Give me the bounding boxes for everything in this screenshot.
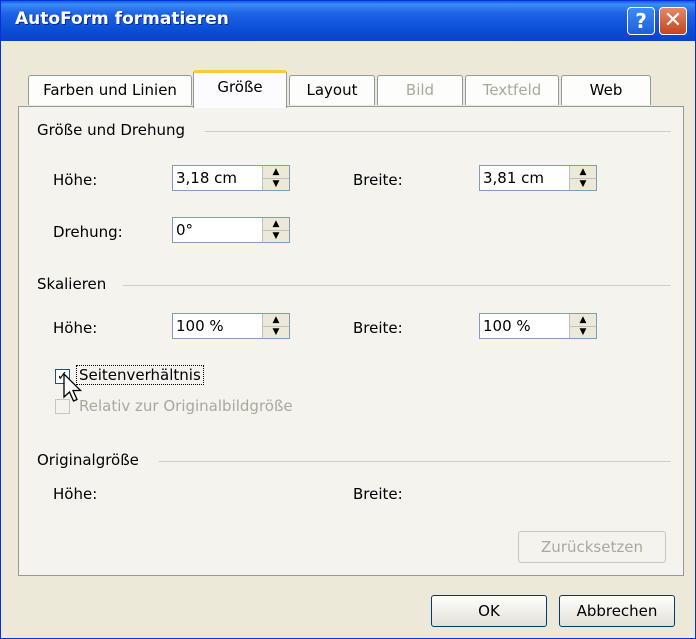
- tab-bild: Bild: [377, 75, 463, 105]
- mouse-pointer-icon: [63, 373, 83, 402]
- spin-down-icon[interactable]: ▼: [263, 230, 289, 242]
- tab-web[interactable]: Web: [561, 75, 651, 105]
- title-bar[interactable]: AutoForm formatieren ? ✕: [1, 1, 695, 41]
- scale-width-value[interactable]: 100 %: [483, 317, 531, 335]
- scale-height-value[interactable]: 100 %: [176, 317, 224, 335]
- height-label: Höhe:: [53, 171, 98, 189]
- group-scale-label: Skalieren: [37, 275, 107, 293]
- scale-height-label: Höhe:: [53, 319, 98, 337]
- group-size-rotation-label: Größe und Drehung: [37, 121, 186, 139]
- help-button[interactable]: ?: [627, 7, 655, 35]
- window-title: AutoForm formatieren: [15, 9, 229, 29]
- group-divider: [123, 285, 671, 286]
- dialog-window: AutoForm formatieren ? ✕ Farben und Lini…: [0, 0, 696, 639]
- tab-layout[interactable]: Layout: [289, 75, 375, 105]
- close-button[interactable]: ✕: [659, 7, 687, 35]
- scale-width-spinner[interactable]: 100 % ▲ ▼: [479, 313, 597, 339]
- rotation-label: Drehung:: [53, 223, 123, 241]
- width-spinner[interactable]: 3,81 cm ▲ ▼: [479, 165, 597, 191]
- spin-down-icon[interactable]: ▼: [570, 326, 596, 338]
- relative-size-label: Relativ zur Originalbildgröße: [79, 397, 293, 415]
- help-icon: ?: [635, 9, 647, 33]
- spin-down-icon[interactable]: ▼: [263, 178, 289, 190]
- width-value[interactable]: 3,81 cm: [483, 169, 544, 187]
- cancel-button[interactable]: Abbrechen: [559, 595, 675, 627]
- group-divider: [205, 131, 671, 132]
- rotation-value[interactable]: 0°: [176, 221, 193, 239]
- lock-aspect-label[interactable]: Seitenverhältnis: [76, 365, 204, 385]
- tab-groesse[interactable]: Größe: [193, 70, 287, 108]
- reset-button: Zurücksetzen: [518, 531, 666, 563]
- group-original-size-label: Originalgröße: [37, 451, 139, 469]
- tab-strip: Farben und Linien Größe Layout Bild Text…: [1, 41, 695, 108]
- width-label: Breite:: [353, 171, 403, 189]
- original-height-label: Höhe:: [53, 485, 98, 503]
- group-divider: [159, 461, 671, 462]
- rotation-spinner[interactable]: 0° ▲ ▼: [172, 217, 290, 243]
- height-value[interactable]: 3,18 cm: [176, 169, 237, 187]
- spin-down-icon[interactable]: ▼: [570, 178, 596, 190]
- height-spinner[interactable]: 3,18 cm ▲ ▼: [172, 165, 290, 191]
- tab-farben-und-linien[interactable]: Farben und Linien: [28, 75, 192, 105]
- original-width-label: Breite:: [353, 485, 403, 503]
- spin-down-icon[interactable]: ▼: [263, 326, 289, 338]
- tab-panel-groesse: Größe und Drehung Höhe: 3,18 cm ▲ ▼ Breit…: [18, 106, 684, 576]
- scale-height-spinner[interactable]: 100 % ▲ ▼: [172, 313, 290, 339]
- scale-width-label: Breite:: [353, 319, 403, 337]
- ok-button[interactable]: OK: [431, 595, 547, 627]
- close-icon: ✕: [663, 8, 683, 33]
- tab-textfeld: Textfeld: [465, 75, 559, 105]
